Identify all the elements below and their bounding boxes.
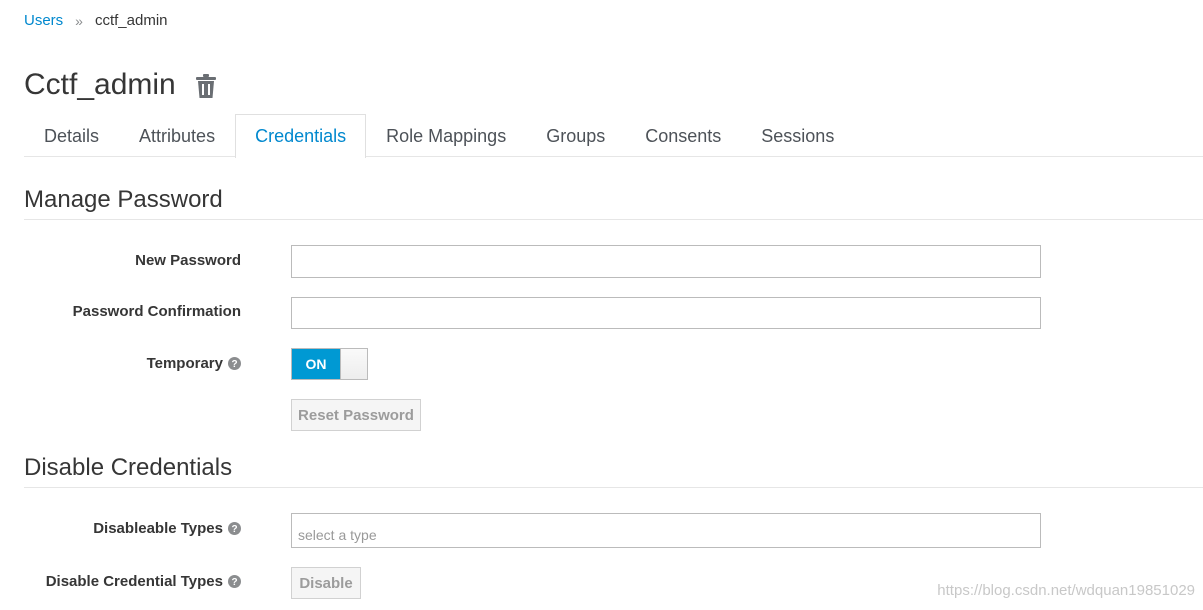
svg-text:?: ? [231, 359, 237, 370]
disable-credentials-heading: Disable Credentials [24, 454, 233, 481]
disableable-types-select[interactable] [291, 513, 1041, 548]
tab-groups[interactable]: Groups [526, 114, 625, 157]
new-password-input[interactable] [291, 245, 1041, 278]
tab-credentials[interactable]: Credentials [235, 114, 367, 158]
password-confirmation-label-text: Password Confirmation [72, 303, 241, 320]
toggle-on-label: ON [292, 349, 340, 379]
trash-icon[interactable] [195, 74, 216, 98]
password-confirmation-input[interactable] [291, 297, 1041, 329]
page-header: Cctf_admin [24, 68, 216, 102]
breadcrumb-current: cctf_admin [94, 12, 168, 29]
help-icon[interactable]: ? [228, 357, 241, 370]
section-divider [24, 487, 1203, 488]
svg-text:?: ? [231, 524, 237, 535]
disable-credential-types-label-text: Disable Credential Types [45, 573, 223, 590]
temporary-label-text: Temporary [146, 355, 223, 372]
svg-text:?: ? [231, 577, 237, 588]
breadcrumb-users-link[interactable]: Users [24, 12, 63, 29]
help-icon[interactable]: ? [228, 522, 241, 535]
page-title: Cctf_admin [24, 68, 176, 101]
breadcrumb-separator: » [75, 12, 83, 29]
watermark-text: https://blog.csdn.net/wdquan19851029 [937, 582, 1195, 599]
help-icon[interactable]: ? [228, 575, 241, 588]
tab-details[interactable]: Details [24, 114, 119, 157]
manage-password-heading: Manage Password [24, 186, 223, 213]
disable-credential-types-label: Disable Credential Types ? [46, 573, 241, 590]
disableable-types-label-text: Disableable Types [93, 520, 223, 537]
toggle-knob [340, 349, 367, 379]
section-divider [24, 219, 1203, 220]
new-password-label-text: New Password [135, 252, 241, 269]
tab-attributes[interactable]: Attributes [119, 114, 235, 157]
tab-role-mappings[interactable]: Role Mappings [366, 114, 526, 157]
password-confirmation-label: Password Confirmation [73, 303, 241, 320]
new-password-label: New Password [135, 252, 241, 269]
disableable-types-label: Disableable Types ? [93, 520, 241, 537]
tab-sessions[interactable]: Sessions [741, 114, 854, 157]
temporary-label: Temporary ? [147, 355, 241, 372]
temporary-toggle[interactable]: ON [291, 348, 368, 380]
user-tabs: Details Attributes Credentials Role Mapp… [24, 114, 1203, 158]
disable-button[interactable]: Disable [291, 567, 361, 599]
tab-consents[interactable]: Consents [625, 114, 741, 157]
reset-password-button[interactable]: Reset Password [291, 399, 421, 431]
breadcrumb: Users » cctf_admin [24, 12, 168, 29]
